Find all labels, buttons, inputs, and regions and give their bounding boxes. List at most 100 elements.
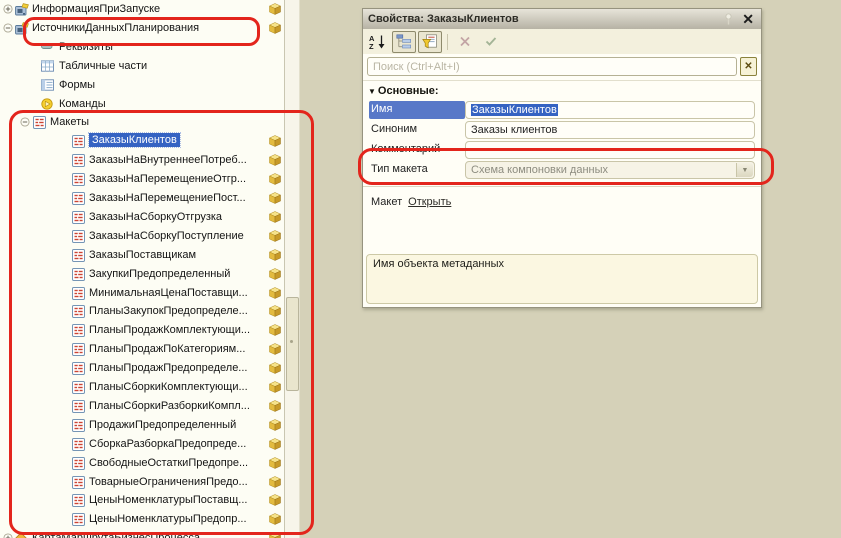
layout-icon — [72, 211, 86, 224]
tree-item[interactable]: СвободныеОстаткиПредопре... — [0, 454, 282, 473]
layout-row: Макет Открыть — [363, 187, 761, 208]
layout-icon — [72, 173, 86, 186]
layout-icon — [72, 287, 86, 300]
properties-toolbar: AZ — [363, 29, 761, 54]
tree-item[interactable]: ИнформацияПриЗапуске — [0, 0, 282, 19]
tree-item-label: ПланыЗакупокПредопределе... — [89, 305, 248, 317]
tree-item-label: ЦеныНоменклатурыПоставщ... — [89, 494, 247, 506]
layout-icon — [72, 135, 86, 148]
show-categories-button[interactable] — [392, 31, 416, 53]
property-label: Тип макета — [369, 161, 465, 179]
tree-item-label: Команды — [59, 98, 106, 110]
collapse-icon[interactable] — [3, 23, 13, 33]
tree-item-label: ЗакупкиПредопределенный — [89, 268, 230, 280]
tree-scrollbar[interactable] — [285, 0, 300, 538]
expand-icon[interactable] — [3, 533, 13, 538]
tree-item-label: Макеты — [50, 116, 89, 128]
svg-text:Z: Z — [369, 42, 374, 50]
section-main-label: Основные: — [378, 85, 439, 97]
tree-item[interactable]: ИсточникиДанныхПланирования — [0, 19, 282, 38]
property-dropdown-field[interactable]: Схема компоновки данных▼ — [465, 161, 755, 179]
tree-item[interactable]: ЗаказыНаПеремещениеОтгр... — [0, 170, 282, 189]
layout-label: Макет — [371, 196, 402, 208]
collapse-icon[interactable] — [20, 117, 30, 127]
cube-icon — [269, 268, 281, 280]
diamond-icon — [15, 532, 29, 538]
tree-item[interactable]: ПланыСборкиРазборкиКомпл... — [0, 397, 282, 416]
table-icon — [41, 60, 55, 73]
tree-item[interactable]: Формы — [0, 76, 282, 95]
tree-item[interactable]: ПланыСборкиКомплектующи... — [0, 378, 282, 397]
tree-item[interactable]: КартаМаршрутаБизнесПроцесса — [0, 529, 282, 538]
tree-item-label: ПланыСборкиРазборкиКомпл... — [89, 400, 250, 412]
tree-item[interactable]: ЦеныНоменклатурыПредопр... — [0, 510, 282, 529]
tree-item[interactable]: ЗаказыНаВнутреннееПотреб... — [0, 151, 282, 170]
tree-item-label: ЦеныНоменклатурыПредопр... — [89, 513, 247, 525]
cube-icon — [269, 192, 281, 204]
layout-icon — [72, 457, 86, 470]
cancel-x-button[interactable] — [453, 31, 477, 53]
tree-item[interactable]: Реквизиты — [0, 38, 282, 57]
close-icon[interactable]: ✕ — [740, 12, 756, 26]
cube-icon — [269, 249, 281, 261]
tree-item[interactable]: ЦеныНоменклатурыПоставщ... — [0, 491, 282, 510]
cube-icon — [269, 305, 281, 317]
tree-item-label: ЗаказыНаПеремещениеОтгр... — [89, 173, 246, 185]
tree-item-label: ЗаказыПоставщикам — [89, 249, 196, 261]
tree-item[interactable]: МинимальнаяЦенаПоставщи... — [0, 284, 282, 303]
search-input[interactable] — [367, 57, 737, 76]
tree-item[interactable]: Табличные части — [0, 57, 282, 76]
tree-item[interactable]: ЗаказыПоставщикам — [0, 246, 282, 265]
layout-icon — [72, 192, 86, 205]
pin-icon[interactable] — [724, 13, 733, 26]
layout-icon — [72, 513, 86, 526]
cube-icon — [269, 381, 281, 393]
show-important-button[interactable] — [418, 31, 442, 53]
tree-item[interactable]: ПланыЗакупокПредопределе... — [0, 302, 282, 321]
tree-item[interactable]: ПланыПродажПоКатегориям... — [0, 340, 282, 359]
cube-icon — [269, 3, 281, 15]
open-layout-link[interactable]: Открыть — [408, 196, 451, 208]
search-row: ✕ — [363, 54, 761, 78]
sort-alphabetical-button[interactable]: AZ — [366, 31, 390, 53]
tree-item[interactable]: Команды — [0, 95, 282, 114]
property-row: СинонимЗаказы клиентов — [369, 121, 755, 139]
scrollbar-thumb[interactable] — [286, 297, 299, 391]
chevron-down-icon[interactable]: ▼ — [736, 163, 753, 177]
property-description-box: Имя объекта метаданных — [366, 254, 758, 304]
tree-item[interactable]: Макеты — [0, 113, 282, 132]
cube-icon — [269, 362, 281, 374]
expand-icon[interactable] — [3, 4, 13, 14]
cube-icon — [269, 513, 281, 525]
property-input-field[interactable]: ЗаказыКлиентов — [465, 101, 755, 119]
tree-item[interactable]: ПланыПродажКомплектующи... — [0, 321, 282, 340]
tree-item[interactable]: СборкаРазборкаПредопреде... — [0, 435, 282, 454]
cube-icon — [269, 457, 281, 469]
tree-item[interactable]: ЗаказыНаПеремещениеПост... — [0, 189, 282, 208]
cube-icon — [269, 154, 281, 166]
tree-item-label: ПланыСборкиКомплектующи... — [89, 381, 248, 393]
section-main[interactable]: ▼Основные: — [363, 80, 761, 99]
property-input-field[interactable] — [465, 141, 755, 159]
tree-item[interactable]: ЗаказыНаСборкуПоступление — [0, 227, 282, 246]
apply-check-button[interactable] — [479, 31, 503, 53]
tree-item[interactable]: ПродажиПредопределенный — [0, 416, 282, 435]
tree-item-label: КартаМаршрутаБизнесПроцесса — [32, 532, 200, 538]
tree-item-label: ПланыПродажКомплектующи... — [89, 324, 250, 336]
clear-search-icon[interactable]: ✕ — [740, 57, 757, 76]
tree-item[interactable]: ЗаказыНаСборкуОтгрузка — [0, 208, 282, 227]
tree-item-label: ИнформацияПриЗапуске — [32, 3, 160, 15]
tree-item-label: ЗаказыНаПеремещениеПост... — [89, 192, 246, 204]
tree-item[interactable]: ПланыПродажПредопределе... — [0, 359, 282, 378]
tree-item[interactable]: ЗаказыКлиентов — [0, 132, 282, 151]
properties-panel: Свойства: ЗаказыКлиентов ✕ AZ ✕ ▼Основны… — [362, 8, 762, 308]
tree-item-label: Реквизиты — [59, 41, 113, 53]
tree-item[interactable]: ТоварныеОграниченияПредо... — [0, 473, 282, 492]
layout-icon — [72, 154, 86, 167]
cube-icon — [269, 135, 281, 147]
cube-icon — [269, 532, 281, 538]
tree-item[interactable]: ЗакупкиПредопределенный — [0, 265, 282, 284]
tree-item-label: ИсточникиДанныхПланирования — [32, 22, 199, 34]
layout-icon — [72, 438, 86, 451]
property-input-field[interactable]: Заказы клиентов — [465, 121, 755, 139]
